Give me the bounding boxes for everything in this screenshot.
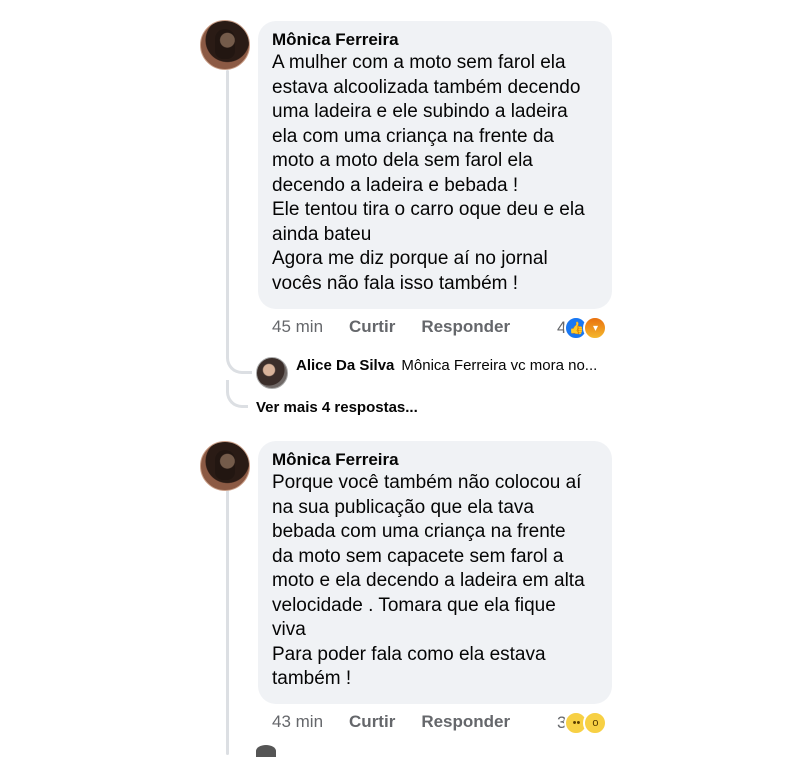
comment-line: moto a moto dela sem farol ela: [272, 150, 533, 171]
thread-line-2: [226, 490, 229, 755]
comment-actions: 43 min Curtir Responder: [272, 712, 536, 732]
comment-line: da moto sem capacete sem farol a: [272, 545, 564, 567]
comment-line: ela com uma criança na frente da: [272, 125, 554, 147]
thread-line-1: [226, 70, 229, 342]
reply-button[interactable]: Responder: [421, 317, 510, 337]
comment-line: moto e ela decendo a ladeira em alta: [272, 570, 585, 591]
comment-line: uma ladeira e ele subindo a ladeira: [272, 101, 568, 122]
reply-author[interactable]: Alice Da Silva: [296, 357, 394, 374]
comment-line: A mulher com a moto sem farol ela: [272, 52, 566, 73]
like-button[interactable]: Curtir: [349, 317, 395, 337]
comment-author[interactable]: Mônica Ferreira: [272, 29, 598, 51]
comment-line: Para poder fala como ela estava: [272, 643, 546, 665]
reply-button[interactable]: Responder: [421, 712, 510, 732]
avatar[interactable]: [200, 20, 250, 70]
more-replies-link[interactable]: Ver mais 4 respostas...: [256, 399, 418, 416]
wow-icon: o: [583, 711, 608, 735]
comment-actions: 45 min Curtir Responder: [272, 317, 536, 337]
comment-author[interactable]: Mônica Ferreira: [272, 449, 598, 471]
comment-line: na sua publicação que ela tava: [272, 496, 534, 518]
comment-line: também !: [272, 668, 352, 689]
comment-line: bebada com uma criança na frente: [272, 521, 566, 542]
comment-text: A mulher com a moto sem farol ela estava…: [272, 51, 598, 296]
angry-icon: ▾: [583, 316, 608, 340]
comment-timestamp[interactable]: 45 min: [272, 317, 323, 337]
more-replies-connector: [226, 380, 248, 408]
comment-bubble: Mônica Ferreira Porque você também não c…: [258, 441, 612, 704]
comment-line: Ele tentou tira o carro oque deu e ela: [272, 199, 585, 220]
comment-timestamp[interactable]: 43 min: [272, 712, 323, 732]
reaction-summary[interactable]: 4 👍 ▾: [557, 316, 608, 340]
next-reply-avatar[interactable]: [256, 745, 276, 757]
reply-preview[interactable]: Alice Da Silva Mônica Ferreira vc mora n…: [256, 357, 597, 374]
avatar[interactable]: [200, 441, 250, 491]
reply-connector: [226, 340, 252, 374]
reply-text: Mônica Ferreira vc mora no...: [401, 357, 598, 374]
comment-bubble: Mônica Ferreira A mulher com a moto sem …: [258, 21, 612, 309]
comment-line: Porque você também não colocou aí: [272, 472, 582, 493]
comment-line: decendo a ladeira e bebada !: [272, 174, 519, 196]
comment-line: Agora me diz porque aí no jornal: [272, 248, 548, 269]
comment-text: Porque você também não colocou aí na sua…: [272, 471, 598, 692]
comment-line: ainda bateu: [272, 223, 372, 245]
reaction-summary[interactable]: 3 •• o: [557, 711, 608, 735]
comment-line: viva: [272, 619, 306, 640]
comment-line: velocidade . Tomara que ela fique: [272, 594, 556, 616]
comment-line: estava alcoolizada também decendo: [272, 76, 581, 98]
comment-line: vocês não fala isso também !: [272, 272, 519, 294]
like-button[interactable]: Curtir: [349, 712, 395, 732]
